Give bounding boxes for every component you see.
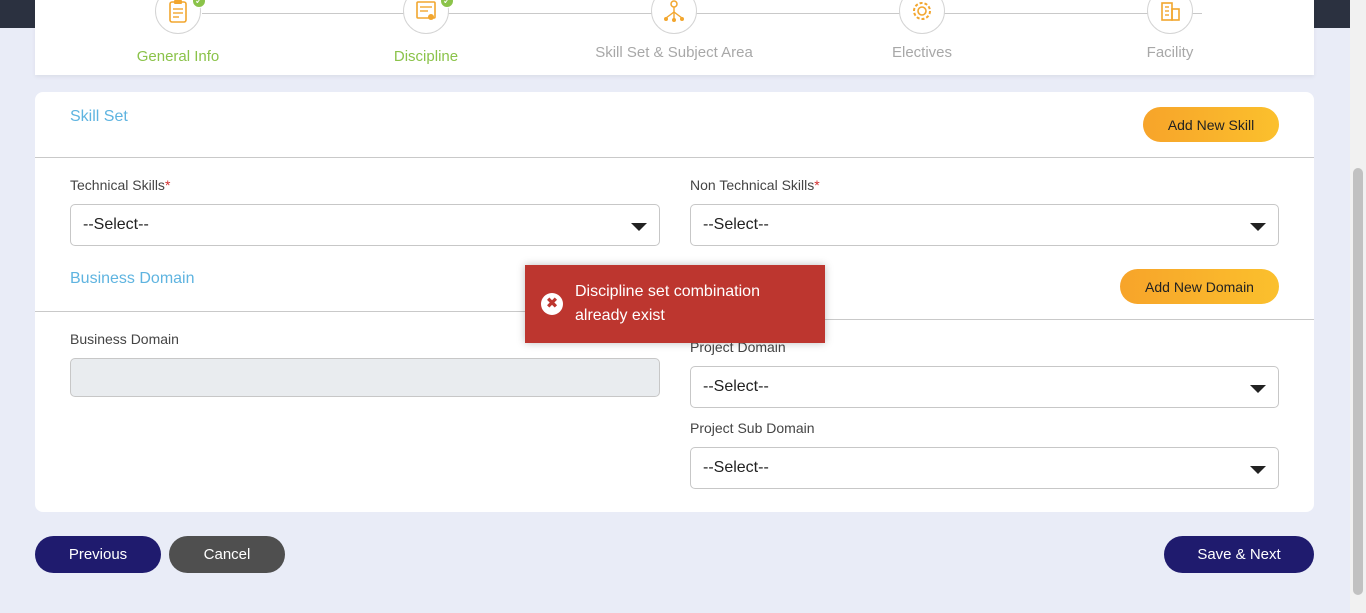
step-label-general-info[interactable]: General Info [78,48,278,65]
check-icon: ✓ [440,0,454,8]
step-label-skill-set[interactable]: Skill Set & Subject Area [574,44,774,61]
error-icon: ✖ [541,293,563,315]
business-domain-label: Business Domain [70,331,179,347]
caret-down-icon [631,223,647,231]
step-skill-set[interactable] [651,0,697,34]
gear-icon [913,2,931,20]
certificate-icon [416,1,436,20]
skill-set-title: Skill Set [70,108,128,125]
error-toast[interactable]: ✖ Discipline set combination already exi… [525,265,825,343]
add-new-domain-button[interactable]: Add New Domain [1120,269,1279,304]
save-next-button[interactable]: Save & Next [1164,536,1314,573]
technical-skills-label: Technical Skills* [70,177,171,193]
step-label-discipline[interactable]: Discipline [326,48,526,65]
step-electives[interactable] [899,0,945,34]
non-technical-skills-value: --Select-- [703,216,769,233]
header-strip-right [1313,0,1350,28]
step-label-facility[interactable]: Facility [1070,44,1270,61]
toast-message: Discipline set combination already exist [575,283,760,324]
add-new-skill-button[interactable]: Add New Skill [1143,107,1279,142]
stepper: ✓ General Info ✓ Discipline Skill Set & … [35,0,1314,75]
scrollbar[interactable] [1350,0,1366,613]
divider [35,157,1314,158]
previous-button[interactable]: Previous [35,536,161,573]
required-mark: * [814,177,820,193]
step-facility[interactable] [1147,0,1193,34]
business-domain-title: Business Domain [70,270,195,287]
scrollbar-thumb[interactable] [1353,168,1363,595]
header-strip-left [0,0,35,28]
clipboard-icon [169,0,187,23]
business-domain-input [70,358,660,397]
project-sub-domain-select[interactable]: --Select-- [690,447,1279,489]
required-mark: * [164,177,171,193]
non-technical-skills-select[interactable]: --Select-- [690,204,1279,246]
caret-down-icon [1250,466,1266,474]
caret-down-icon [1250,385,1266,393]
caret-down-icon [1250,223,1266,231]
cancel-button[interactable]: Cancel [169,536,285,573]
technical-skills-value: --Select-- [83,216,149,233]
project-sub-domain-label: Project Sub Domain [690,420,815,436]
non-technical-skills-label: Non Technical Skills* [690,177,820,193]
step-label-electives[interactable]: Electives [822,44,1022,61]
building-icon [1161,2,1180,21]
project-domain-select[interactable]: --Select-- [690,366,1279,408]
stepper-line [202,13,1202,14]
project-sub-domain-value: --Select-- [703,459,769,476]
check-icon: ✓ [192,0,206,8]
network-icon [664,0,684,22]
technical-skills-select[interactable]: --Select-- [70,204,660,246]
project-domain-value: --Select-- [703,378,769,395]
